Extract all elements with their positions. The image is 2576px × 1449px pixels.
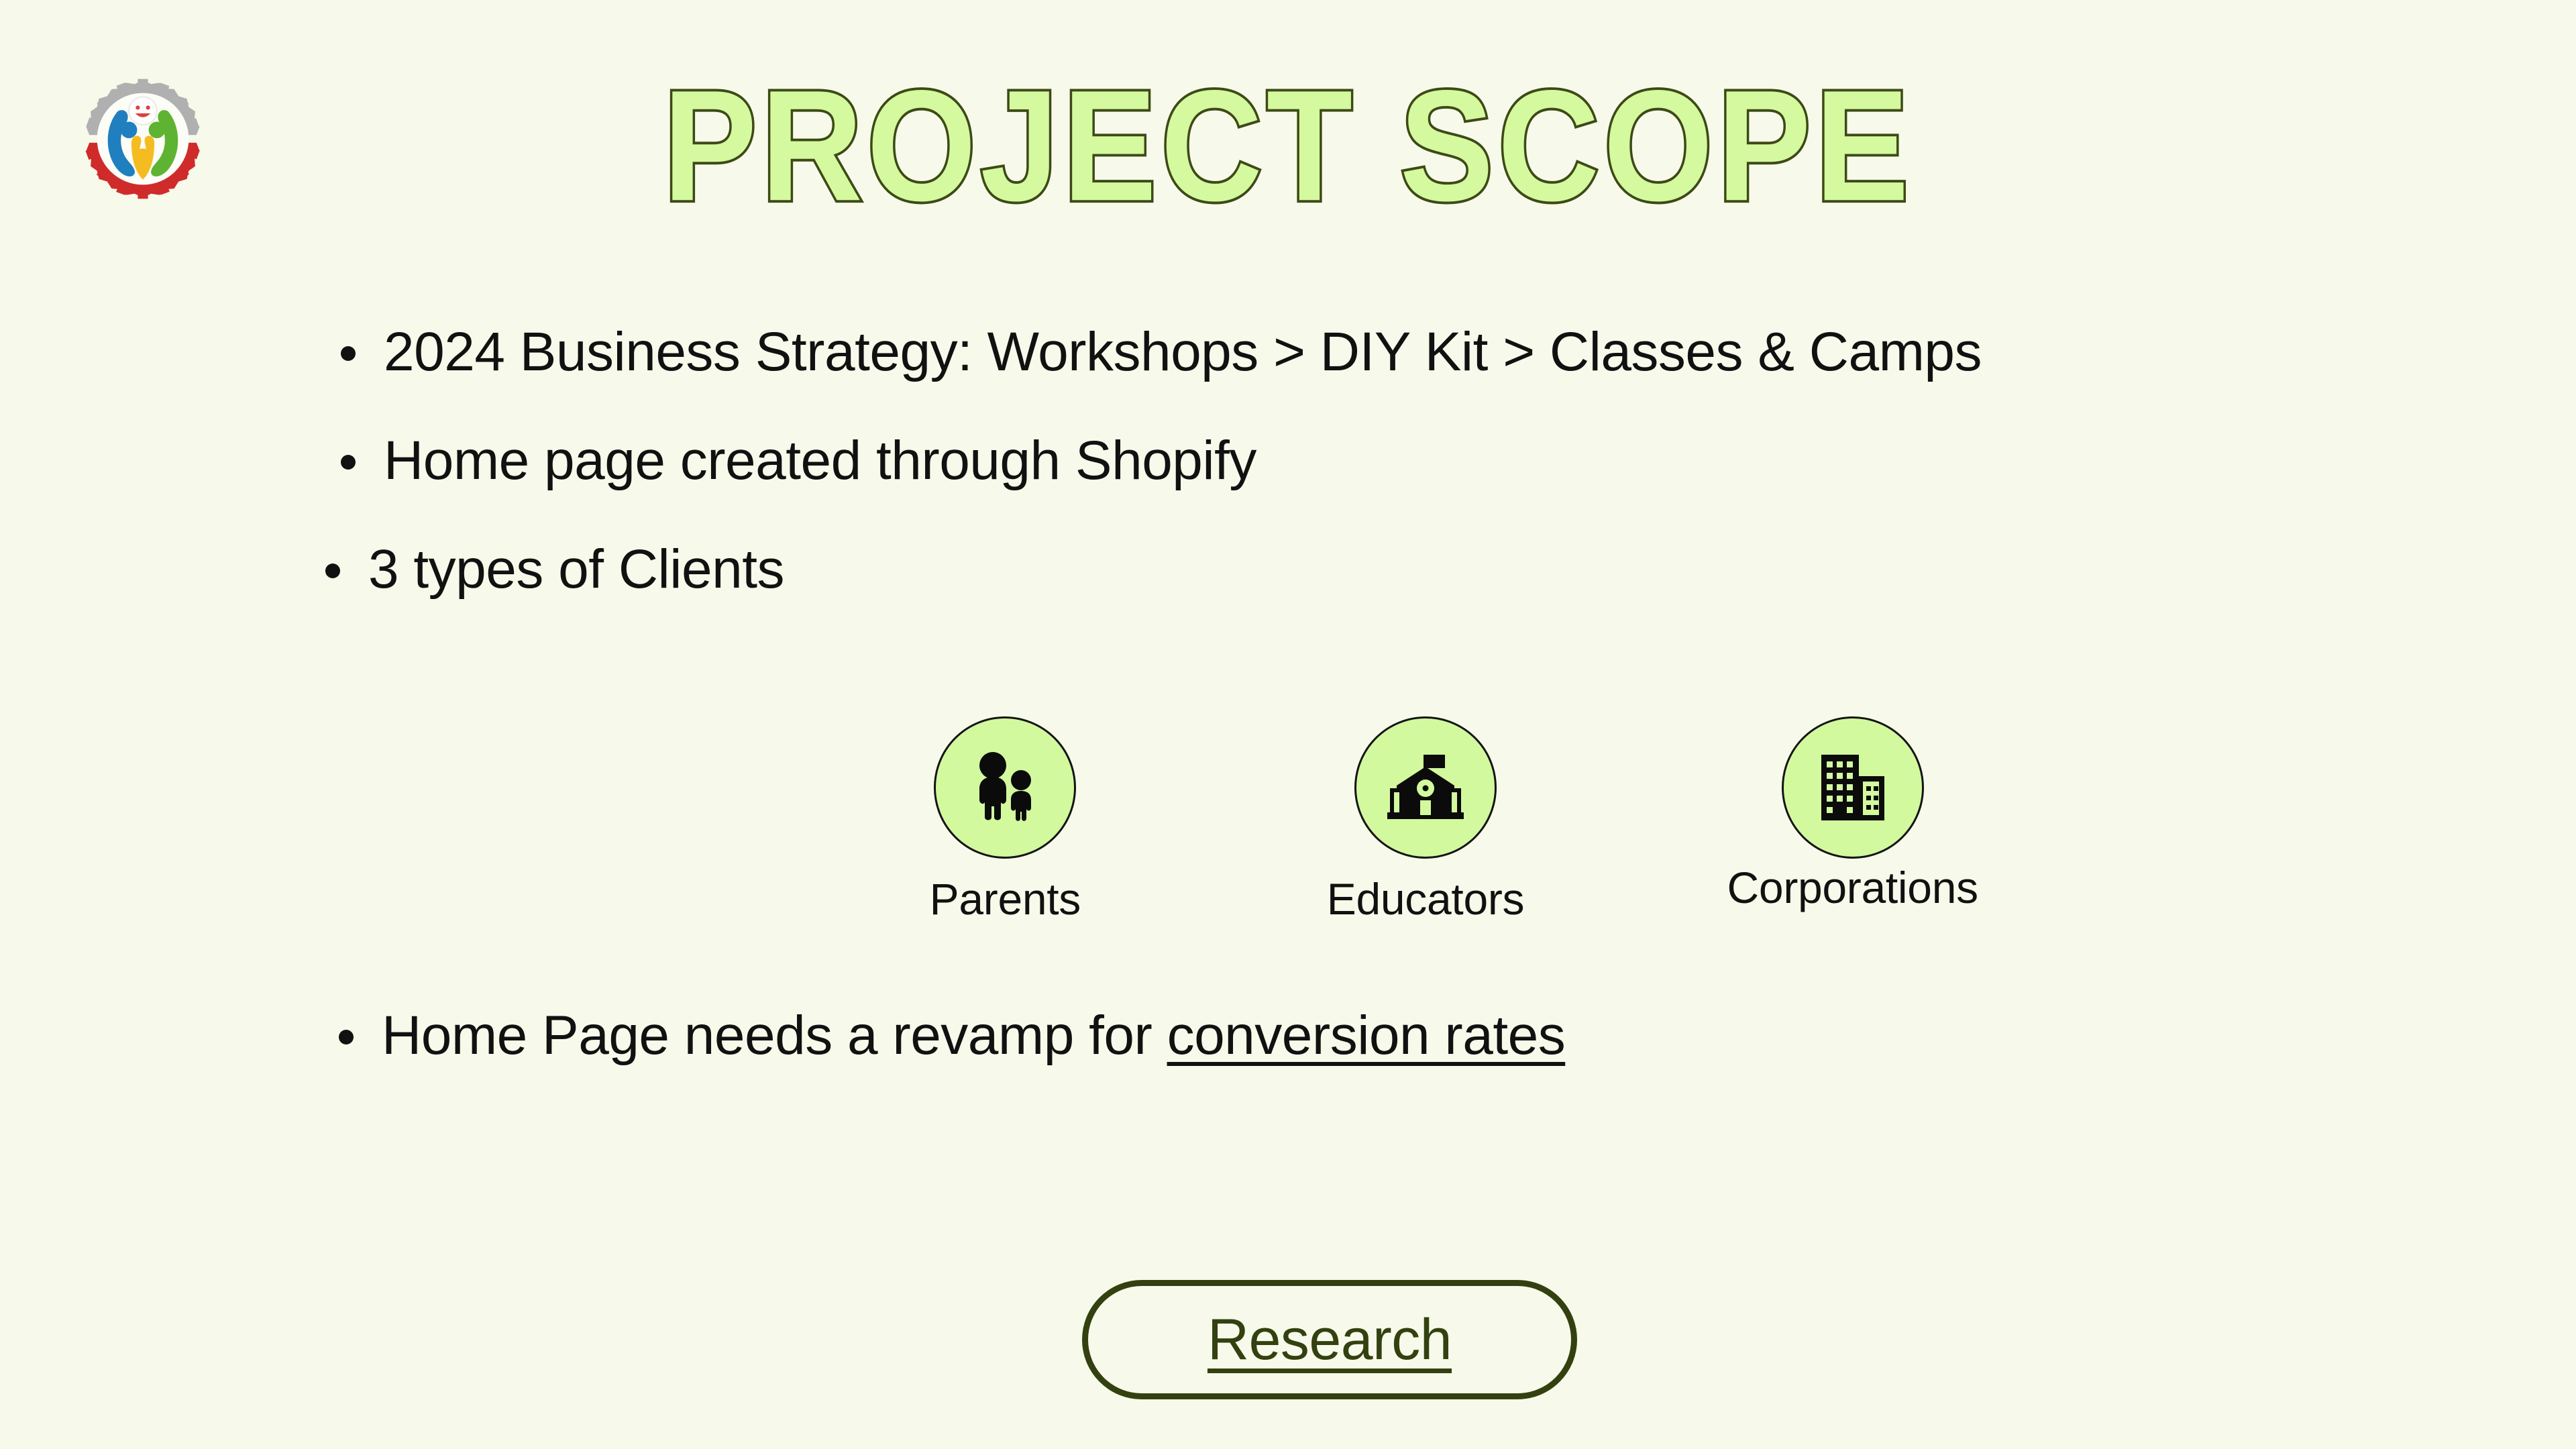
page-title: PROJECT SCOPE [661, 57, 1913, 234]
parents-icon-badge [934, 716, 1077, 859]
office-buildings-icon [1821, 755, 1884, 820]
bullet-text-homepage-revamp: Home Page needs a revamp for conversion … [382, 1004, 1566, 1067]
client-label-educators: Educators [1326, 874, 1525, 924]
school-building-icon [1387, 755, 1464, 819]
bullet-item-client-types: 3 types of Clients [325, 542, 2576, 597]
bullet-item-homepage-revamp: Home Page needs a revamp for conversion … [339, 1004, 1566, 1067]
bullet-text-strategy: 2024 Business Strategy: Workshops > DIY … [384, 321, 1982, 382]
bullet-dot-icon [325, 564, 340, 578]
conversion-rates-link[interactable]: conversion rates [1167, 1005, 1566, 1066]
bullet-item-strategy: 2024 Business Strategy: Workshops > DIY … [341, 325, 2576, 380]
client-parents[interactable]: Parents [792, 716, 1219, 924]
corporations-icon-badge [1781, 716, 1924, 859]
client-corporations[interactable]: Corporations [1639, 716, 2066, 924]
bullet-text-client-types: 3 types of Clients [368, 539, 784, 600]
client-label-corporations: Corporations [1727, 863, 1979, 912]
bullet-text-shopify: Home page created through Shopify [384, 430, 1256, 491]
educators-icon-badge [1354, 716, 1497, 859]
client-types-group: Parents Educators Corporations [792, 716, 2066, 924]
parent-and-child-icon [979, 752, 1032, 821]
bullet-dot-icon [341, 346, 356, 361]
bullet-item-shopify: Home page created through Shopify [341, 433, 2576, 488]
bullet-dot-icon [341, 455, 356, 470]
client-educators[interactable]: Educators [1212, 716, 1640, 924]
research-button[interactable]: Research [1082, 1280, 1577, 1399]
bullet-text-prefix: Home Page needs a revamp for [382, 1005, 1167, 1066]
client-label-parents: Parents [929, 874, 1081, 924]
bullet-list-top: 2024 Business Strategy: Workshops > DIY … [0, 325, 2576, 597]
research-button-label: Research [1207, 1307, 1452, 1372]
bullet-dot-icon [339, 1030, 354, 1044]
